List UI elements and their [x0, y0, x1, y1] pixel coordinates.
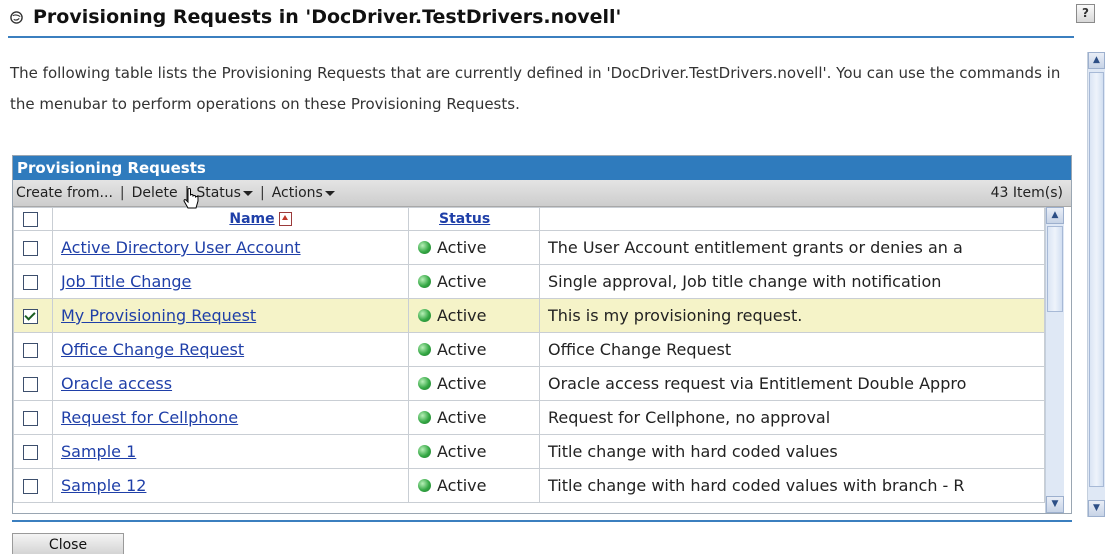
- table-row[interactable]: Request for Cellphone Active Request for…: [13, 400, 1045, 435]
- row-checkbox[interactable]: [23, 275, 38, 290]
- request-description: Oracle access request via Entitlement Do…: [539, 366, 1045, 401]
- scroll-thumb[interactable]: [1089, 72, 1104, 487]
- status-active-icon: [418, 309, 431, 322]
- name-column-header[interactable]: Name: [229, 211, 274, 227]
- select-all-checkbox[interactable]: [23, 211, 38, 227]
- request-name-link[interactable]: Request for Cellphone: [61, 408, 238, 427]
- status-text: Active: [437, 272, 487, 291]
- row-checkbox-checked[interactable]: [23, 309, 38, 324]
- status-text: Active: [437, 476, 487, 495]
- scroll-down-icon[interactable]: ▼: [1088, 500, 1105, 517]
- page-header: Provisioning Requests in 'DocDriver.Test…: [10, 6, 621, 28]
- scroll-down-icon[interactable]: ▼: [1046, 496, 1064, 513]
- status-active-icon: [418, 445, 431, 458]
- menubar: Create from... | Delete | Status | Actions 43 …: [13, 180, 1071, 207]
- status-text: Active: [437, 442, 487, 461]
- page-description: The following table lists the Provisioni…: [10, 64, 1061, 113]
- hand-pointer-icon: [183, 188, 199, 209]
- help-button[interactable]: ?: [1076, 4, 1095, 23]
- description-column-header: [539, 207, 1045, 231]
- page-scrollbar[interactable]: ▲ ▼: [1087, 52, 1105, 517]
- status-active-icon: [418, 241, 431, 254]
- requests-table: Name Status Active Directory User Accoun…: [13, 207, 1045, 503]
- menu-separator: |: [119, 185, 125, 201]
- status-text: Active: [437, 408, 487, 427]
- table-row[interactable]: Office Change Request Active Office Chan…: [13, 332, 1045, 367]
- row-checkbox[interactable]: [23, 445, 38, 460]
- request-name-link[interactable]: Sample 12: [61, 476, 146, 495]
- status-text: Active: [437, 238, 487, 257]
- footer-divider: [12, 520, 1072, 522]
- page-title: Provisioning Requests in 'DocDriver.Test…: [33, 6, 622, 28]
- request-description: Single approval, Job title change with n…: [539, 264, 1045, 299]
- request-description: Request for Cellphone, no approval: [539, 400, 1045, 435]
- status-menu-label: Status: [196, 185, 241, 201]
- panel-title: Provisioning Requests: [13, 156, 1071, 180]
- actions-menu[interactable]: Actions: [272, 185, 335, 201]
- request-name-link[interactable]: My Provisioning Request: [61, 306, 256, 325]
- request-description: Title change with hard coded values with…: [539, 468, 1045, 503]
- table-row[interactable]: Sample 12 Active Title change with hard …: [13, 468, 1045, 503]
- menu-separator: |: [259, 185, 265, 201]
- status-active-icon: [418, 275, 431, 288]
- request-name-link[interactable]: Oracle access: [61, 374, 172, 393]
- status-text: Active: [437, 374, 487, 393]
- status-text: Active: [437, 306, 487, 325]
- row-checkbox[interactable]: [23, 343, 38, 358]
- status-active-icon: [418, 343, 431, 356]
- sort-ascending-icon[interactable]: [278, 212, 292, 226]
- scroll-up-icon[interactable]: ▲: [1088, 52, 1105, 69]
- table-row[interactable]: Job Title Change Active Single approval,…: [13, 264, 1045, 299]
- row-checkbox[interactable]: [23, 479, 38, 494]
- table-row[interactable]: Active Directory User Account Active The…: [13, 230, 1045, 265]
- chevron-down-icon: [324, 190, 335, 196]
- request-name-link[interactable]: Active Directory User Account: [61, 238, 301, 257]
- table-row[interactable]: Oracle access Active Oracle access reque…: [13, 366, 1045, 401]
- table-row[interactable]: Sample 1 Active Title change with hard c…: [13, 434, 1045, 469]
- status-column-header[interactable]: Status: [439, 211, 490, 227]
- title-divider: [8, 36, 1074, 38]
- actions-menu-label: Actions: [271, 185, 323, 201]
- chevron-down-icon: [242, 190, 253, 196]
- request-description: The User Account entitlement grants or d…: [539, 230, 1045, 265]
- row-checkbox[interactable]: [23, 411, 38, 426]
- status-menu[interactable]: Status: [196, 185, 253, 201]
- item-count: 43 Item(s): [990, 185, 1063, 201]
- table-row-selected[interactable]: My Provisioning Request Active This is m…: [13, 298, 1045, 333]
- scroll-up-icon[interactable]: ▲: [1046, 207, 1064, 224]
- table-header-row: Name Status: [13, 207, 1045, 231]
- provisioning-requests-panel: Provisioning Requests Create from... | Del…: [12, 155, 1072, 514]
- delete-menu[interactable]: Delete: [132, 185, 178, 201]
- request-description: Office Change Request: [539, 332, 1045, 367]
- status-active-icon: [418, 377, 431, 390]
- request-name-link[interactable]: Job Title Change: [61, 272, 191, 291]
- table-scrollbar[interactable]: ▲ ▼: [1045, 207, 1064, 513]
- request-description: Title change with hard coded values: [539, 434, 1045, 469]
- request-name-link[interactable]: Office Change Request: [61, 340, 244, 359]
- status-active-icon: [418, 479, 431, 492]
- status-text: Active: [437, 340, 487, 359]
- status-active-icon: [418, 411, 431, 424]
- request-name-link[interactable]: Sample 1: [61, 442, 136, 461]
- globe-icon: [10, 10, 23, 24]
- row-checkbox[interactable]: [23, 377, 38, 392]
- scroll-thumb[interactable]: [1047, 226, 1063, 312]
- request-description: This is my provisioning request.: [539, 298, 1045, 333]
- row-checkbox[interactable]: [23, 241, 38, 256]
- create-from-menu[interactable]: Create from...: [16, 185, 113, 201]
- close-button[interactable]: Close: [12, 533, 124, 554]
